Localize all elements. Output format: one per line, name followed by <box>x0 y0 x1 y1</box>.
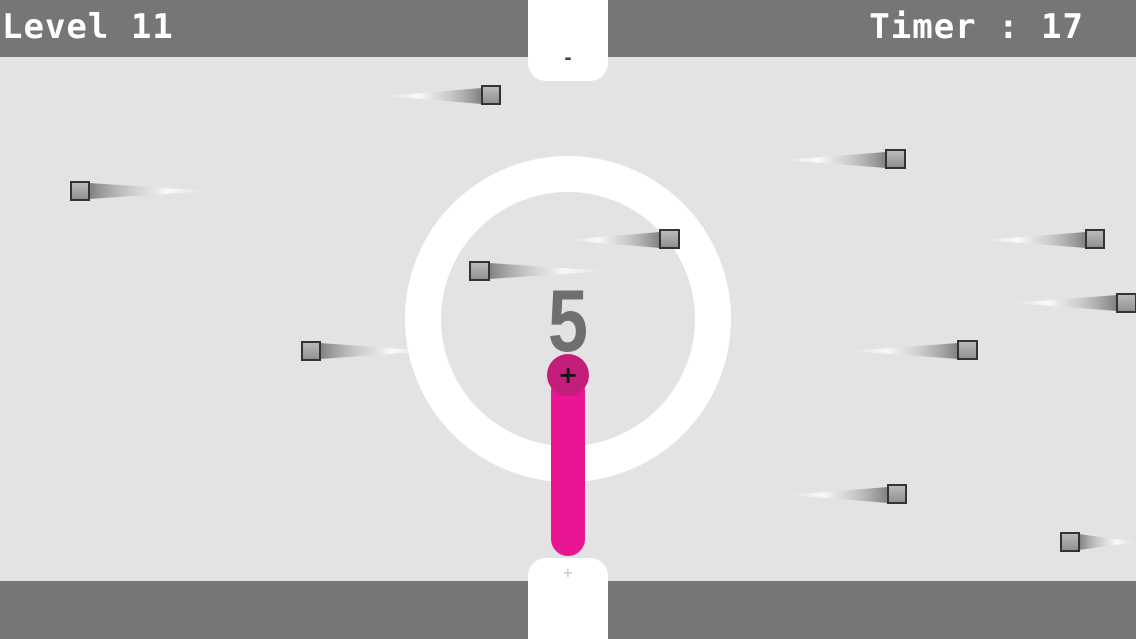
bullet-icon <box>982 229 1105 249</box>
bullet-icon <box>850 340 978 360</box>
bullet-icon <box>782 149 906 169</box>
minus-icon: - <box>564 48 572 69</box>
snake-head-icon: + <box>557 361 579 389</box>
bottom-gate: + <box>528 558 608 639</box>
snake-head[interactable]: + <box>547 354 589 396</box>
bullet-icon <box>70 181 210 201</box>
top-gate: - <box>528 0 608 81</box>
snake-body <box>551 374 585 556</box>
countdown-number: 5 <box>547 271 589 370</box>
level-label: Level 11 <box>2 7 174 47</box>
bullet-icon <box>385 85 501 105</box>
plus-icon: + <box>562 566 574 581</box>
bullet-icon <box>1060 532 1136 552</box>
bullet-icon <box>1012 293 1136 313</box>
bullet-icon <box>788 484 907 504</box>
timer-label: Timer : 17 <box>869 7 1084 47</box>
